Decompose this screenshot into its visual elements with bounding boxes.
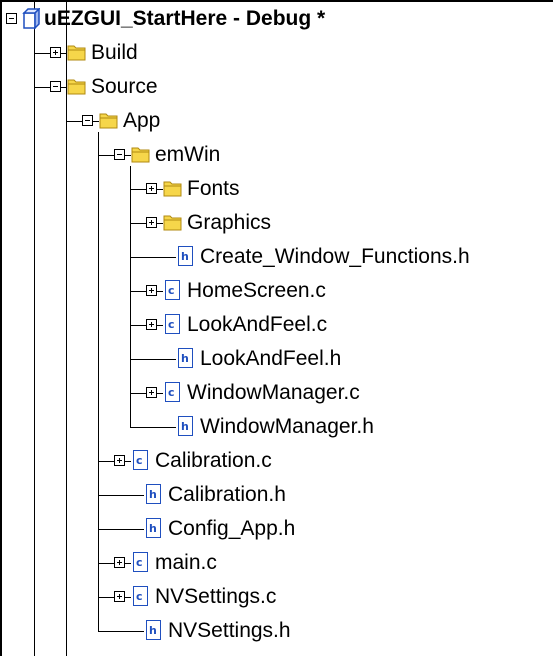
tree-node-calibration-c[interactable]: c Calibration.c (2, 444, 553, 478)
tree-connector (157, 325, 163, 326)
tree-branch-line (66, 98, 67, 656)
folder-icon (131, 147, 150, 163)
tree-branch-line (98, 132, 99, 631)
tree-connector (98, 495, 144, 496)
tree-node-label: NVSettings.h (168, 619, 291, 642)
folder-icon (67, 45, 86, 61)
tree-node-label: Fonts (187, 177, 240, 200)
expand-icon[interactable] (146, 285, 157, 296)
tree-branch-line (130, 166, 131, 427)
header-file-icon: h (178, 416, 193, 436)
c-source-file-icon: c (165, 314, 180, 334)
tree-node-emwin[interactable]: emWin (2, 138, 553, 172)
tree-node-nvsettings-h[interactable]: h NVSettings.h (2, 614, 553, 648)
tree-node-source[interactable]: Source (2, 70, 553, 104)
expand-icon[interactable] (146, 387, 157, 398)
tree-connector (125, 597, 131, 598)
tree-connector (125, 563, 131, 564)
tree-connector (130, 257, 176, 258)
tree-node-label: Calibration.h (168, 483, 286, 506)
tree-connector (130, 359, 176, 360)
collapse-icon[interactable] (50, 81, 61, 92)
expand-icon[interactable] (114, 557, 125, 568)
tree-node-label: WindowManager.h (200, 415, 374, 438)
tree-node-windowmanager-c[interactable]: c WindowManager.c (2, 376, 553, 410)
file-type-letter: c (168, 318, 175, 331)
collapse-icon[interactable] (82, 115, 93, 126)
expand-icon[interactable] (114, 591, 125, 602)
tree-connector (157, 393, 163, 394)
tree-node-label: Source (91, 75, 158, 98)
tree-connector (98, 631, 144, 632)
tree-node-label: main.c (155, 551, 217, 574)
c-source-file-icon: c (133, 552, 148, 572)
tree-connector (98, 529, 144, 530)
project-title: uEZGUI_StartHere - Debug * (44, 7, 326, 30)
expand-icon[interactable] (50, 47, 61, 58)
tree-node-label: App (123, 109, 161, 132)
tree-connector (125, 461, 131, 462)
file-type-letter: h (181, 352, 189, 365)
c-source-file-icon: c (165, 280, 180, 300)
expand-icon[interactable] (146, 183, 157, 194)
file-type-letter: c (136, 556, 143, 569)
folder-icon (67, 79, 86, 95)
file-type-letter: c (136, 454, 143, 467)
folder-icon (163, 215, 182, 231)
project-root-row[interactable]: uEZGUI_StartHere - Debug * (2, 2, 553, 36)
file-type-letter: c (168, 284, 175, 297)
tree-node-homescreen-c[interactable]: c HomeScreen.c (2, 274, 553, 308)
file-type-letter: h (181, 420, 189, 433)
project-tree: uEZGUI_StartHere - Debug * Build Source Ap… (0, 0, 553, 656)
tree-node-calibration-h[interactable]: h Calibration.h (2, 478, 553, 512)
tree-node-label: HomeScreen.c (187, 279, 326, 302)
header-file-icon: h (146, 518, 161, 538)
file-type-letter: c (136, 590, 143, 603)
file-type-letter: h (149, 522, 157, 535)
header-file-icon: h (146, 620, 161, 640)
c-source-file-icon: c (133, 586, 148, 606)
tree-node-label: Calibration.c (155, 449, 272, 472)
tree-node-main-c[interactable]: c main.c (2, 546, 553, 580)
file-type-letter: h (149, 624, 157, 637)
collapse-icon[interactable] (6, 13, 17, 24)
tree-node-fonts[interactable]: Fonts (2, 172, 553, 206)
tree-node-label: Config_App.h (168, 517, 296, 540)
c-source-file-icon: c (133, 450, 148, 470)
tree-node-graphics[interactable]: Graphics (2, 206, 553, 240)
tree-node-create-window-functions-h[interactable]: h Create_Window_Functions.h (2, 240, 553, 274)
file-type-letter: h (149, 488, 157, 501)
expand-icon[interactable] (114, 455, 125, 466)
tree-node-app[interactable]: App (2, 104, 553, 138)
tree-node-label: Create_Window_Functions.h (200, 245, 470, 268)
tree-connector (130, 427, 176, 428)
expand-icon[interactable] (146, 319, 157, 330)
file-type-letter: h (181, 250, 189, 263)
file-type-letter: c (168, 386, 175, 399)
tree-node-nvsettings-c[interactable]: c NVSettings.c (2, 580, 553, 614)
expand-icon[interactable] (146, 217, 157, 228)
tree-connector (157, 291, 163, 292)
header-file-icon: h (178, 246, 193, 266)
project-icon (22, 8, 40, 30)
tree-node-label: NVSettings.c (155, 585, 277, 608)
collapse-icon[interactable] (114, 149, 125, 160)
tree-node-label: Build (91, 41, 138, 64)
tree-node-label: LookAndFeel.c (187, 313, 328, 336)
tree-node-label: Graphics (187, 211, 272, 234)
c-source-file-icon: c (165, 382, 180, 402)
tree-node-label: emWin (155, 143, 221, 166)
tree-node-build[interactable]: Build (2, 36, 553, 70)
folder-icon (99, 113, 118, 129)
tree-node-label: WindowManager.c (187, 381, 360, 404)
tree-node-config-app-h[interactable]: h Config_App.h (2, 512, 553, 546)
header-file-icon: h (146, 484, 161, 504)
tree-node-lookandfeel-c[interactable]: c LookAndFeel.c (2, 308, 553, 342)
folder-icon (163, 181, 182, 197)
tree-node-label: LookAndFeel.h (200, 347, 342, 370)
tree-node-lookandfeel-h[interactable]: h LookAndFeel.h (2, 342, 553, 376)
tree-node-windowmanager-h[interactable]: h WindowManager.h (2, 410, 553, 444)
header-file-icon: h (178, 348, 193, 368)
